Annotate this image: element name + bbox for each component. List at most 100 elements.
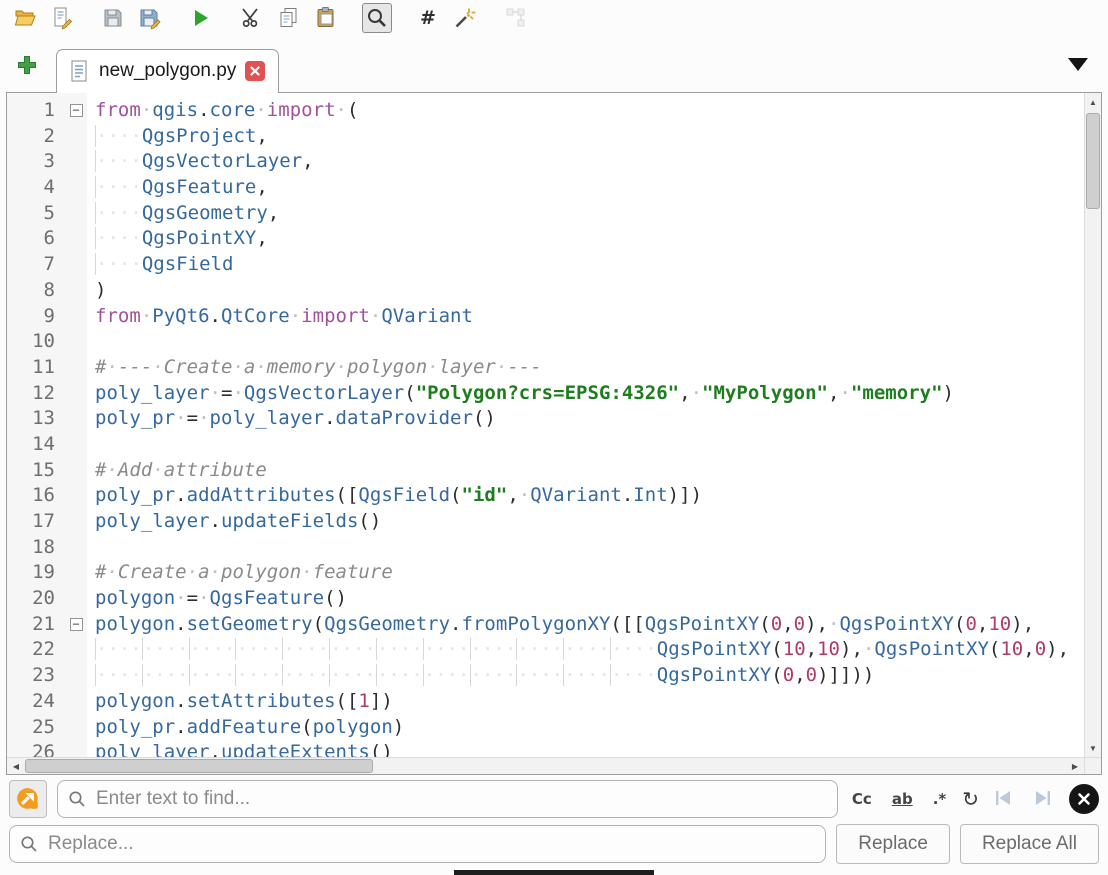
vertical-scroll-thumb[interactable] xyxy=(1086,113,1100,209)
run-icon xyxy=(189,6,213,30)
code-line[interactable]: 19#·Create·a·polygon·feature xyxy=(7,560,1084,586)
code-line[interactable]: 1−from·qgis.core·import·( xyxy=(7,98,1084,124)
scroll-right-button[interactable]: ▶ xyxy=(1067,758,1083,774)
search-icon xyxy=(68,790,86,808)
code-editor[interactable]: 1−from·qgis.core·import·(2····QgsProject… xyxy=(7,93,1084,757)
code-text xyxy=(87,535,95,561)
cut-button[interactable] xyxy=(237,3,267,33)
find-input[interactable] xyxy=(57,780,838,818)
code-line[interactable]: 16poly_pr.addAttributes([QgsField("id",·… xyxy=(7,483,1084,509)
fold-margin xyxy=(65,226,87,252)
replace-bar: Replace Replace All xyxy=(0,821,1108,869)
paste-button[interactable] xyxy=(311,3,341,33)
scroll-down-button[interactable]: ▼ xyxy=(1085,740,1101,756)
horizontal-scrollbar[interactable]: ◀ ▶ xyxy=(7,757,1101,774)
line-number: 21 xyxy=(7,612,65,638)
scroll-left-button[interactable]: ◀ xyxy=(8,758,24,774)
window-edge-bar xyxy=(454,870,654,875)
line-number: 15 xyxy=(7,458,65,484)
code-line[interactable]: 12poly_layer·=·QgsVectorLayer("Polygon?c… xyxy=(7,381,1084,407)
code-line[interactable]: 3····QgsVectorLayer, xyxy=(7,149,1084,175)
code-line[interactable]: 22······································… xyxy=(7,637,1084,663)
code-line[interactable]: 21−polygon.setGeometry(QgsGeometry.fromP… xyxy=(7,612,1084,638)
new-script-icon xyxy=(50,6,74,30)
code-line[interactable]: 17poly_layer.updateFields() xyxy=(7,509,1084,535)
horizontal-scroll-thumb[interactable] xyxy=(25,759,373,773)
code-line[interactable]: 2····QgsProject, xyxy=(7,124,1084,150)
object-inspector-icon xyxy=(504,6,528,30)
code-text: ····QgsFeature, xyxy=(87,175,268,201)
fold-margin xyxy=(65,355,87,381)
code-text: ····QgsProject, xyxy=(87,124,268,150)
code-line[interactable]: 6 ····QgsPointXY, xyxy=(7,226,1084,252)
qgis-icon-button[interactable] xyxy=(9,780,47,818)
code-line[interactable]: 4····QgsFeature, xyxy=(7,175,1084,201)
code-text: poly_layer·=·QgsVectorLayer("Polygon?crs… xyxy=(87,381,954,407)
code-line[interactable]: 24polygon.setAttributes([1]) xyxy=(7,689,1084,715)
fold-margin xyxy=(65,689,87,715)
scroll-up-button[interactable]: ▲ xyxy=(1085,94,1101,110)
line-number: 11 xyxy=(7,355,65,381)
code-text: #·Create·a·polygon·feature xyxy=(87,560,393,586)
code-line[interactable]: 26poly_layer.updateExtents() xyxy=(7,740,1084,757)
regex-button[interactable]: .* xyxy=(929,786,951,812)
code-line[interactable]: 18 xyxy=(7,535,1084,561)
tab-list-dropdown[interactable] xyxy=(1066,55,1090,76)
find-previous-button[interactable] xyxy=(991,785,1017,814)
code-line[interactable]: 14 xyxy=(7,432,1084,458)
code-line[interactable]: 25poly_pr.addFeature(polygon) xyxy=(7,715,1084,741)
format-code-button[interactable] xyxy=(450,3,480,33)
code-line[interactable]: 9from·PyQt6.QtCore·import·QVariant xyxy=(7,304,1084,330)
code-line[interactable]: 7····QgsField xyxy=(7,252,1084,278)
fold-marker[interactable]: − xyxy=(65,98,87,124)
copy-button[interactable] xyxy=(274,3,304,33)
match-case-button[interactable]: Cc xyxy=(848,786,876,812)
code-line[interactable]: 11#·---·Create·a·memory·polygon·layer·--… xyxy=(7,355,1084,381)
code-text: ) xyxy=(87,278,106,304)
search-icon xyxy=(20,835,38,853)
tab-new-polygon[interactable]: new_polygon.py xyxy=(56,49,279,93)
line-number: 9 xyxy=(7,304,65,330)
new-tab-button[interactable] xyxy=(10,48,44,82)
arrow-right-icon xyxy=(1030,786,1054,810)
qgis-logo-icon xyxy=(15,786,41,812)
replace-all-button[interactable]: Replace All xyxy=(960,824,1099,864)
whole-word-button[interactable]: ab xyxy=(888,786,917,812)
fold-margin xyxy=(65,175,87,201)
code-line[interactable]: 8) xyxy=(7,278,1084,304)
wrap-around-button[interactable]: ↻ xyxy=(962,787,979,811)
find-bar: Cc ab .* ↻ xyxy=(0,775,1108,821)
tab-close-button[interactable] xyxy=(245,61,265,81)
toggle-comment-button[interactable]: # xyxy=(413,3,443,33)
code-text: polygon.setGeometry(QgsGeometry.fromPoly… xyxy=(87,612,1034,638)
line-number: 6 xyxy=(7,226,65,252)
fold-margin xyxy=(65,149,87,175)
toolbar: # xyxy=(0,0,1108,36)
chevron-down-icon xyxy=(1066,55,1090,73)
code-text: ····QgsPointXY, xyxy=(87,226,268,252)
find-next-button[interactable] xyxy=(1029,785,1055,814)
replace-button[interactable]: Replace xyxy=(836,824,950,864)
fold-margin xyxy=(65,663,87,689)
replace-input[interactable] xyxy=(9,825,826,863)
code-line[interactable]: 5····QgsGeometry, xyxy=(7,201,1084,227)
fold-marker[interactable]: − xyxy=(65,612,87,638)
close-icon xyxy=(1076,791,1092,807)
vertical-scrollbar[interactable]: ▲ ▼ xyxy=(1084,93,1101,757)
run-script-button[interactable] xyxy=(186,3,216,33)
save-script-button[interactable] xyxy=(98,3,128,33)
close-find-bar-button[interactable] xyxy=(1069,784,1099,814)
code-line[interactable]: 13poly_pr·=·poly_layer.dataProvider() xyxy=(7,406,1084,432)
save-as-button[interactable] xyxy=(135,3,165,33)
code-line[interactable]: 23······································… xyxy=(7,663,1084,689)
code-line[interactable]: 15#·Add·attribute xyxy=(7,458,1084,484)
code-text: ····QgsGeometry, xyxy=(87,201,279,227)
open-script-button[interactable] xyxy=(10,3,40,33)
object-inspector-button[interactable] xyxy=(501,3,531,33)
find-text-button[interactable] xyxy=(362,3,392,33)
bottom-edge xyxy=(0,869,1108,875)
code-line[interactable]: 10 xyxy=(7,329,1084,355)
code-text: poly_layer.updateFields() xyxy=(87,509,381,535)
code-line[interactable]: 20polygon·=·QgsFeature() xyxy=(7,586,1084,612)
new-script-button[interactable] xyxy=(47,3,77,33)
